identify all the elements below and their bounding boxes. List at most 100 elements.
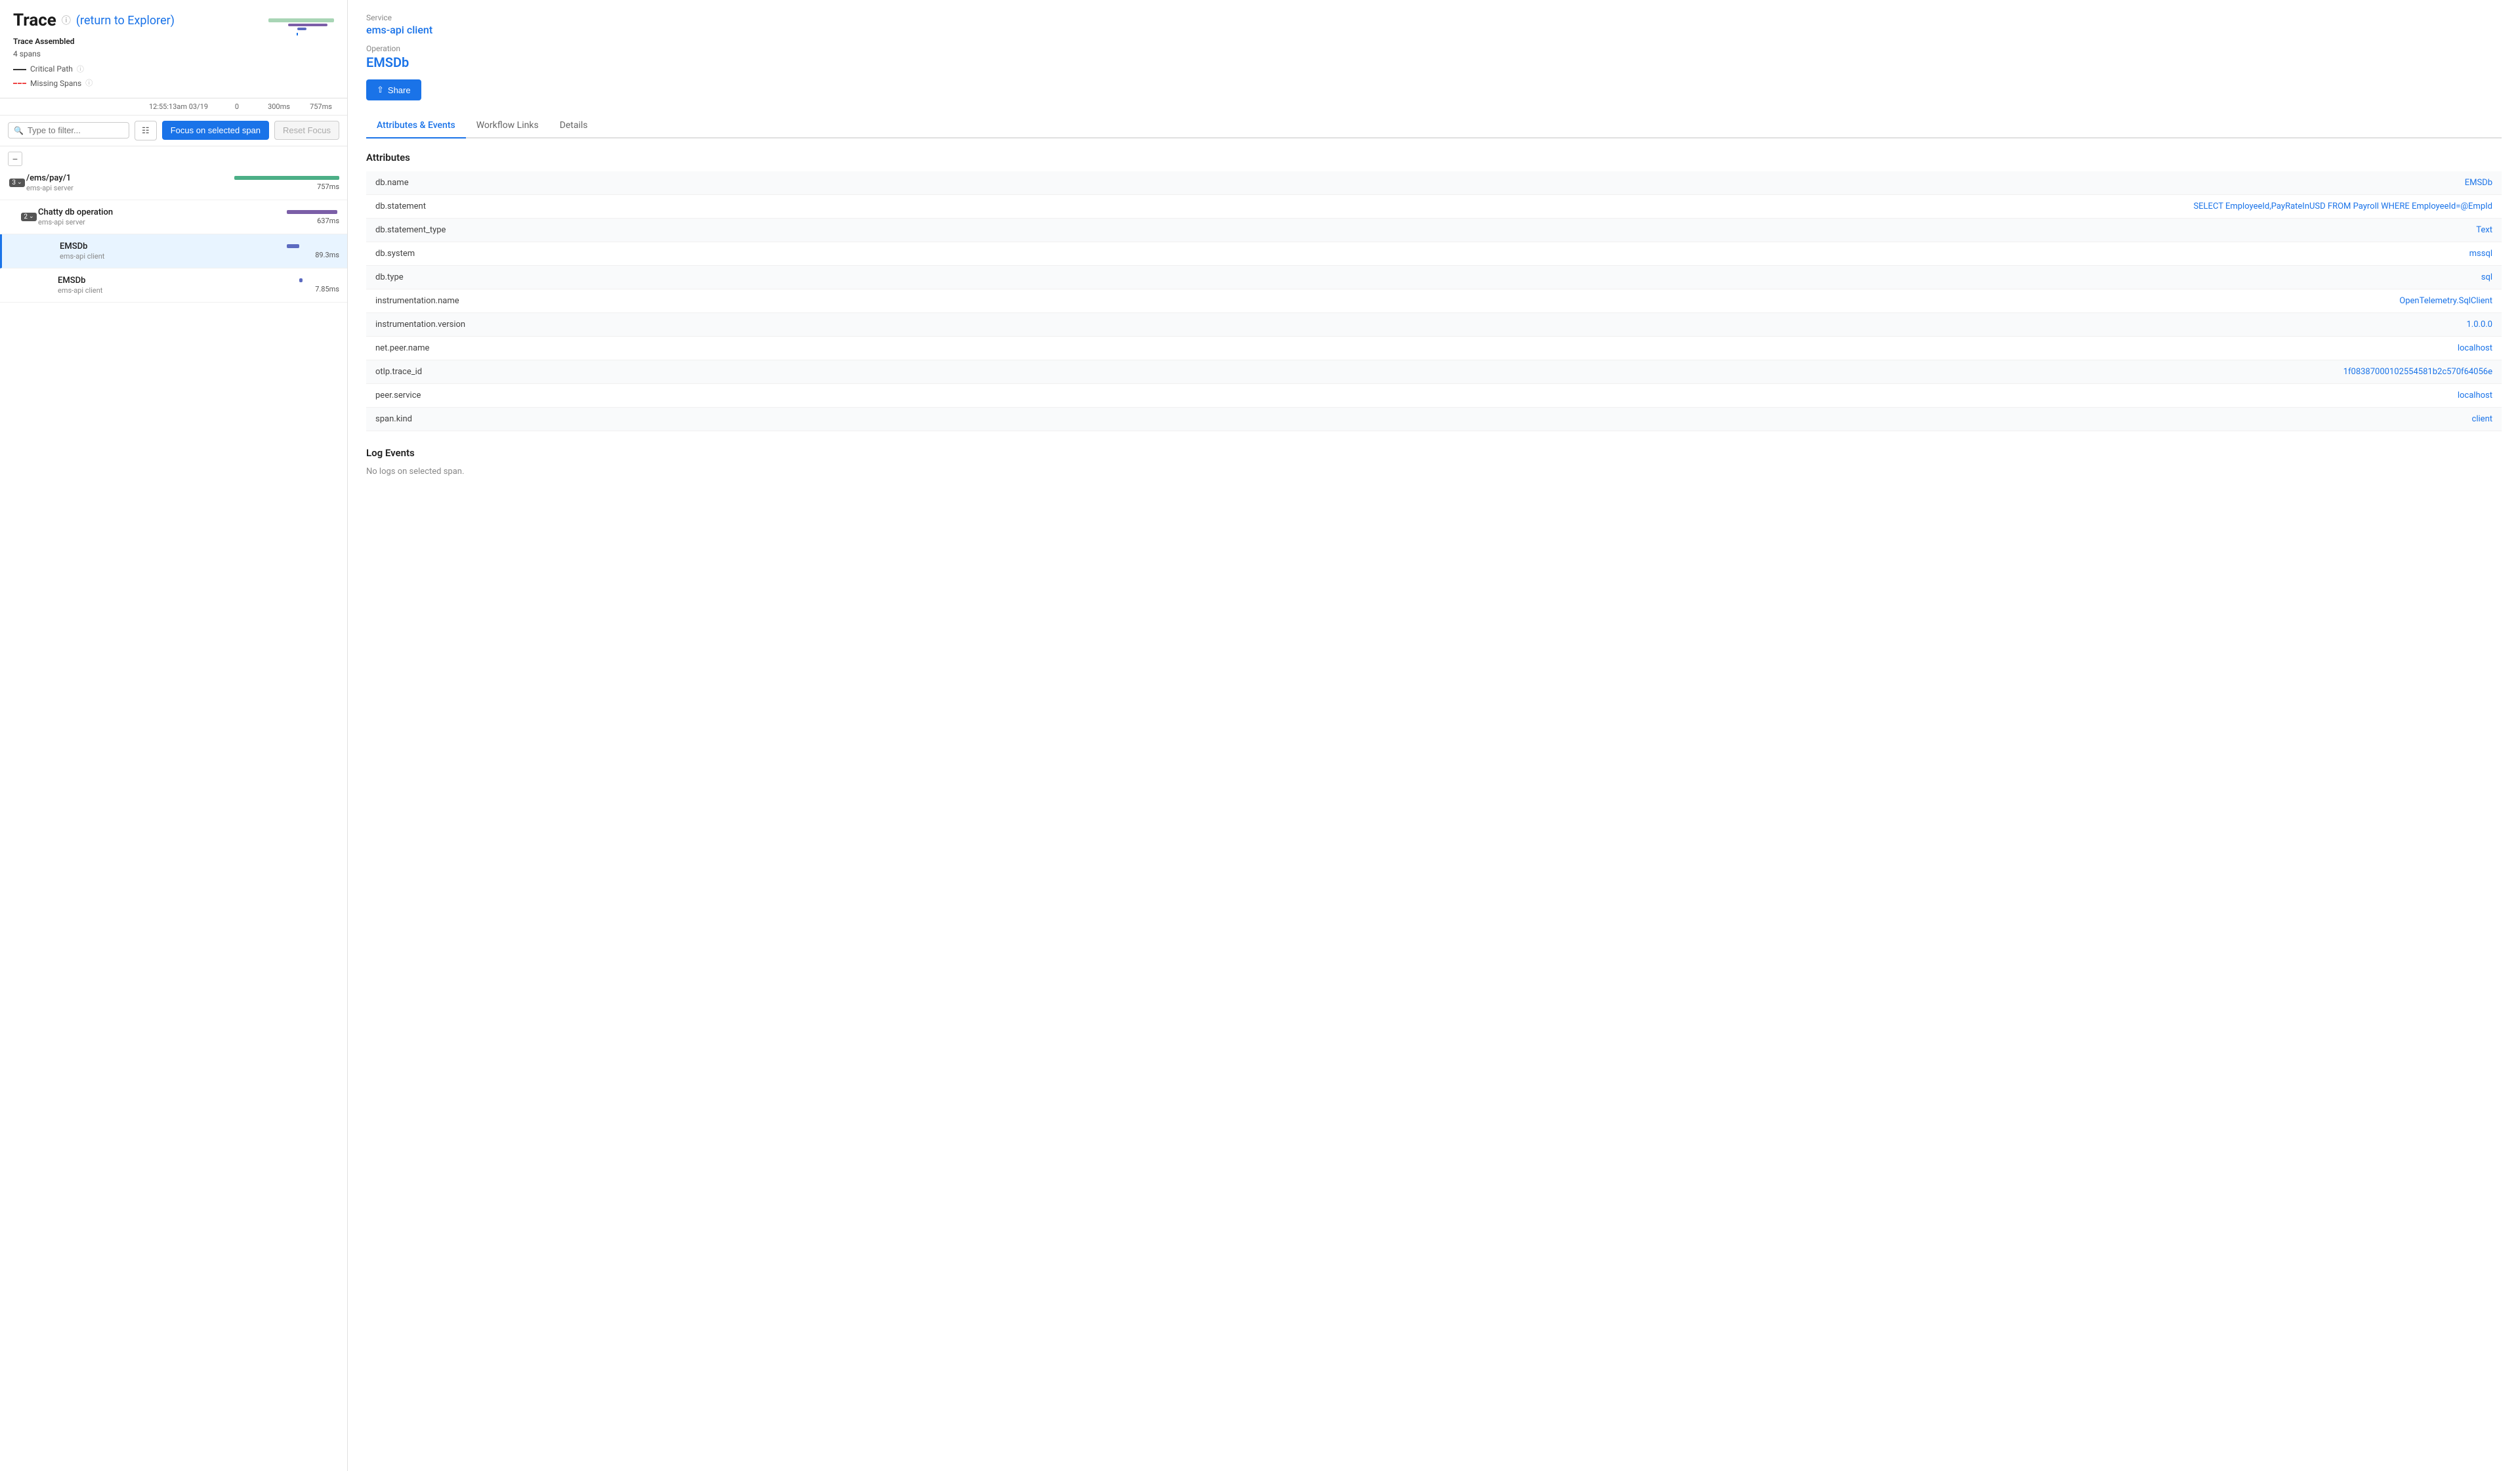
tab-details[interactable]: Details <box>549 114 598 139</box>
missing-spans-legend: Missing Spans ⓘ <box>13 77 175 90</box>
trace-header: Trace ⓘ (return to Explorer) Trace Assem… <box>0 0 347 98</box>
operation-value: EMSDb <box>366 54 2502 70</box>
log-events-section: Log Events No logs on selected span. <box>366 447 2502 477</box>
collapse-all-button[interactable]: − <box>8 152 22 166</box>
span-name-chatty: Chatty db operation <box>38 207 234 217</box>
left-panel: Trace ⓘ (return to Explorer) Trace Assem… <box>0 0 348 1471</box>
attr-key: otlp.trace_id <box>366 360 1007 384</box>
table-row: db.statement_type Text <box>366 219 2502 242</box>
attr-value: 1.0.0.0 <box>1007 313 2502 337</box>
attr-value: OpenTelemetry.SqlClient <box>1007 289 2502 313</box>
table-row: peer.service localhost <box>366 384 2502 408</box>
span-bar-wrap-emsdb1 <box>234 243 339 249</box>
tabs: Attributes & Events Workflow Links Detai… <box>366 114 2502 139</box>
attr-value: sql <box>1007 266 2502 289</box>
span-row-root[interactable]: 3 ⌄ /ems/pay/1 ems-api server 757ms <box>0 166 347 200</box>
attr-key: db.type <box>366 266 1007 289</box>
filter-button[interactable]: ☷ <box>135 121 157 140</box>
span-service-emsdb2: ems-api client <box>58 286 234 295</box>
span-name-emsdb2: EMSDb <box>58 276 234 286</box>
chevron-down-icon: ⌄ <box>29 213 34 220</box>
reset-focus-button[interactable]: Reset Focus <box>274 121 339 140</box>
trace-assembled-label: Trace Assembled <box>13 35 175 48</box>
timeline-start: 12:55:13am 03/19 <box>149 102 208 111</box>
span-info-emsdb1: EMSDb ems-api client <box>60 242 234 261</box>
log-events-title: Log Events <box>366 447 2502 459</box>
span-duration-emsdb1: 89.3ms <box>315 251 339 259</box>
focus-selected-span-button[interactable]: Focus on selected span <box>162 121 269 140</box>
critical-path-line <box>13 69 26 70</box>
span-service-emsdb1: ems-api client <box>60 252 234 261</box>
span-name-emsdb1: EMSDb <box>60 242 234 251</box>
span-bar-chatty <box>287 210 337 214</box>
table-row: db.name EMSDb <box>366 171 2502 195</box>
table-row: instrumentation.name OpenTelemetry.SqlCl… <box>366 289 2502 313</box>
span-timeline-emsdb2: 7.85ms <box>234 277 339 293</box>
span-info-root: /ems/pay/1 ems-api server <box>26 173 234 192</box>
timeline-mark-757: 757ms <box>308 102 334 111</box>
attr-key: db.statement_type <box>366 219 1007 242</box>
timeline-mark-0: 0 <box>224 102 250 111</box>
trace-title-row: Trace ⓘ (return to Explorer) <box>13 11 175 30</box>
span-bar-wrap-chatty <box>234 209 339 215</box>
span-duration-chatty: 637ms <box>317 217 339 225</box>
mini-trace-chart <box>268 13 334 42</box>
missing-spans-help: ⓘ <box>85 77 93 89</box>
attr-value: EMSDb <box>1007 171 2502 195</box>
timeline-header: 12:55:13am 03/19 0 300ms 757ms <box>0 98 347 116</box>
table-row: instrumentation.version 1.0.0.0 <box>366 313 2502 337</box>
table-row: db.type sql <box>366 266 2502 289</box>
search-box: 🔍 <box>8 122 129 139</box>
span-name-root: /ems/pay/1 <box>26 173 234 183</box>
attr-key: peer.service <box>366 384 1007 408</box>
span-row-chatty[interactable]: 2 ⌄ Chatty db operation ems-api server 6… <box>0 200 347 234</box>
span-duration-emsdb2: 7.85ms <box>315 285 339 293</box>
attributes-table: db.name EMSDb db.statement SELECT Employ… <box>366 171 2502 431</box>
table-row: db.system mssql <box>366 242 2502 266</box>
span-bar-wrap-emsdb2 <box>234 277 339 284</box>
span-bar-wrap-root <box>234 175 339 181</box>
search-input[interactable] <box>28 125 123 135</box>
service-value: ems-api client <box>366 24 2502 36</box>
share-label: Share <box>388 85 411 95</box>
timeline-mark-300: 300ms <box>266 102 292 111</box>
trace-meta: Trace Assembled 4 spans Critical Path ⓘ … <box>13 35 175 90</box>
attr-value: localhost <box>1007 384 2502 408</box>
span-row-emsdb2[interactable]: EMSDb ems-api client 7.85ms <box>0 268 347 303</box>
trace-help-icon[interactable]: ⓘ <box>62 14 71 27</box>
service-label: Service <box>366 13 2502 22</box>
spans-count: 4 spans <box>13 48 175 60</box>
expander-badge-2[interactable]: 2 ⌄ <box>21 213 36 221</box>
attr-key: db.statement <box>366 195 1007 219</box>
critical-path-help: ⓘ <box>77 64 84 75</box>
expander-badge-3[interactable]: 3 ⌄ <box>9 179 24 187</box>
filter-icon: ☷ <box>142 125 150 136</box>
missing-spans-label: Missing Spans <box>30 77 81 90</box>
search-icon: 🔍 <box>14 126 24 135</box>
table-row: otlp.trace_id 1f08387000102554581b2c570f… <box>366 360 2502 384</box>
tab-workflow-links[interactable]: Workflow Links <box>466 114 549 139</box>
attributes-section-title: Attributes <box>366 152 2502 163</box>
span-expander-chatty[interactable]: 2 ⌄ <box>20 213 38 221</box>
span-expander-root[interactable]: 3 ⌄ <box>8 179 26 187</box>
attr-value: SELECT EmployeeId,PayRateInUSD FROM Payr… <box>1007 195 2502 219</box>
attr-key: instrumentation.version <box>366 313 1007 337</box>
chevron-down-icon: ⌄ <box>17 179 22 186</box>
table-row: span.kind client <box>366 408 2502 431</box>
span-service-chatty: ems-api server <box>38 218 234 226</box>
span-row-emsdb1[interactable]: EMSDb ems-api client 89.3ms <box>0 234 347 268</box>
span-duration-root: 757ms <box>317 182 339 191</box>
attr-value: client <box>1007 408 2502 431</box>
table-row: net.peer.name localhost <box>366 337 2502 360</box>
critical-path-label: Critical Path <box>30 63 73 75</box>
critical-path-legend: Critical Path ⓘ <box>13 63 175 75</box>
share-icon: ⇧ <box>377 85 384 95</box>
right-panel: Service ems-api client Operation EMSDb ⇧… <box>348 0 2520 1471</box>
share-button[interactable]: ⇧ Share <box>366 79 421 100</box>
attr-value: 1f08387000102554581b2c570f64056e <box>1007 360 2502 384</box>
tab-attributes-events[interactable]: Attributes & Events <box>366 114 466 139</box>
mini-chart-svg <box>268 13 334 39</box>
legend: Critical Path ⓘ Missing Spans ⓘ <box>13 63 175 89</box>
attr-key: instrumentation.name <box>366 289 1007 313</box>
return-to-explorer-link[interactable]: (return to Explorer) <box>76 14 175 28</box>
